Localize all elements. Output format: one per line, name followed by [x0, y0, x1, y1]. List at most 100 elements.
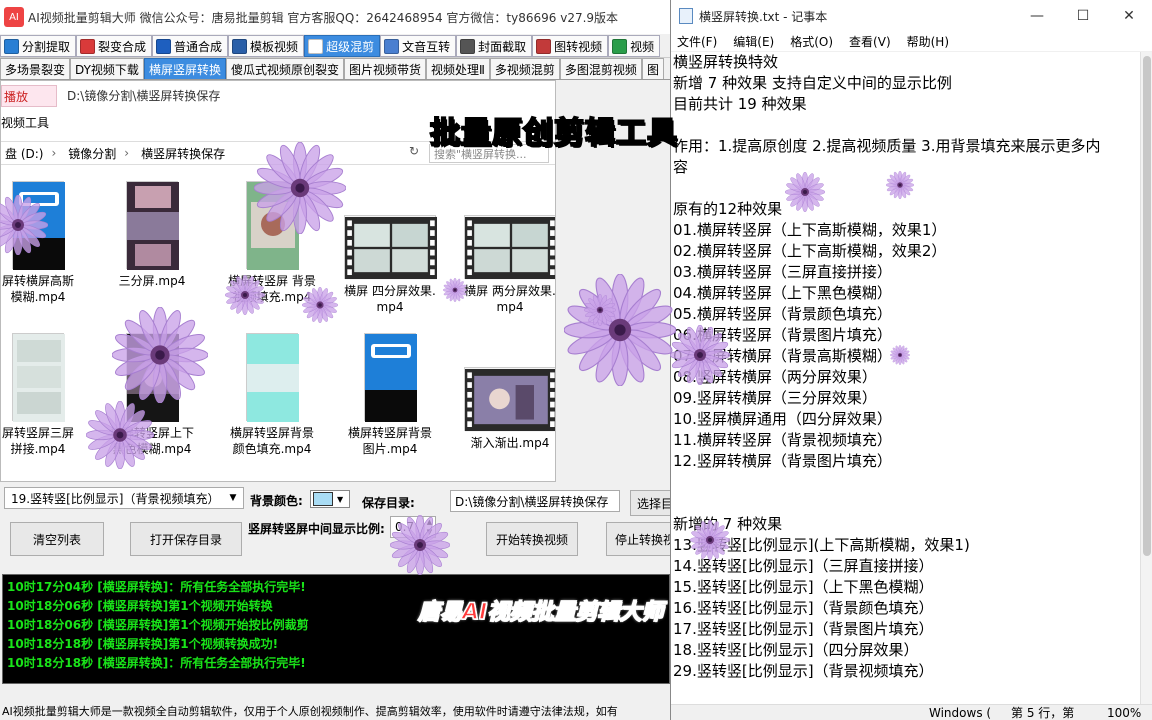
- play-tab[interactable]: 播放: [1, 85, 57, 107]
- toolbar-button-5[interactable]: 文音互转: [380, 35, 457, 57]
- explorer-path: D:\镜像分割\横竖屏转换保存: [67, 89, 221, 103]
- main-app-window: AI AI视频批量剪辑大师 微信公众号：唐易批量剪辑 官方客服QQ：264246…: [0, 0, 672, 720]
- tab-2[interactable]: 横屏竖屏转换: [143, 58, 226, 79]
- file-item[interactable]: 横屏转竖屏上下 黑色模糊.mp4: [93, 333, 211, 457]
- toolbar-icon: [612, 38, 628, 54]
- ratio-stepper[interactable]: 0.7 ▲ ▼: [390, 516, 436, 538]
- file-name: 横屏转竖屏背景 图片.mp4: [347, 426, 432, 456]
- scrollbar-thumb[interactable]: [1143, 56, 1151, 556]
- notepad-line: [673, 115, 1141, 136]
- notepad-line: 11.横屏转竖屏（背景视频填充）: [673, 431, 892, 449]
- notepad-menu-item[interactable]: 编辑(E): [733, 33, 774, 50]
- toolbar-button-label: 普通合成: [174, 39, 223, 54]
- tab-0[interactable]: 多场景裂变: [0, 58, 71, 79]
- notepad-menu-item[interactable]: 帮助(H): [907, 33, 949, 50]
- file-item[interactable]: 横屏 两分屏效果. mp4: [451, 215, 555, 315]
- notepad-menu-item[interactable]: 格式(O): [790, 33, 833, 50]
- toolbar-button-label: 封面截取: [478, 39, 527, 54]
- file-item[interactable]: 渐入渐出.mp4: [451, 367, 555, 451]
- status-encoding: Windows (: [929, 706, 992, 720]
- tab-5[interactable]: 视频处理Ⅱ: [425, 58, 490, 79]
- tab-6[interactable]: 多视频混剪: [489, 58, 560, 79]
- notepad-menu-bar: 文件(F) 编辑(E) 格式(O) 查看(V) 帮助(H): [671, 32, 1152, 52]
- toolbar-button-1[interactable]: 裂变合成: [76, 35, 153, 57]
- notepad-line: 18.竖转竖[比例显示]（四分屏效果）: [673, 641, 919, 659]
- toolbar-button-4[interactable]: 超级混剪: [304, 35, 381, 57]
- notepad-line: 作用：1.提高原创度 2.提高视频质量 3.用背景填充来展示更多内: [673, 137, 1101, 155]
- stepper-arrows-icon[interactable]: ▲ ▼: [423, 517, 435, 537]
- toolbar-button-8[interactable]: 视频: [608, 35, 661, 57]
- breadcrumb-folder[interactable]: 镜像分割: [68, 145, 116, 162]
- ratio-value: 0.7: [395, 520, 415, 534]
- clear-list-button[interactable]: 清空列表: [10, 522, 104, 556]
- file-item[interactable]: 横屏转竖屏背景 图片.mp4: [331, 333, 449, 457]
- close-icon[interactable]: ✕: [1106, 0, 1152, 32]
- tab-4[interactable]: 图片视频带货: [343, 58, 426, 79]
- log-line: 10时18分18秒 [横竖屏转换]第1个视频转换成功!: [7, 637, 279, 651]
- toolbar-button-label: 文音互转: [402, 39, 451, 54]
- notepad-text-area[interactable]: 横竖屏转换特效 新增 7 种效果 支持自定义中间的显示比例 目前共计 19 种效果作…: [671, 52, 1141, 704]
- log-line: 10时18分06秒 [横竖屏转换]第1个视频开始按比例裁剪: [7, 618, 309, 632]
- notepad-scrollbar[interactable]: [1140, 52, 1152, 704]
- file-item[interactable]: 屏转横屏高斯 模糊.mp4: [1, 181, 97, 305]
- notepad-line: [673, 472, 1141, 493]
- file-item[interactable]: 屏转竖屏三屏 拼接.mp4: [1, 333, 97, 457]
- status-zoom: 100%: [1107, 706, 1142, 720]
- explorer-address-bar[interactable]: 盘 (D:) › 镜像分割 › 横竖屏转换保存 ↻ 搜索"横竖屏转换...: [1, 141, 555, 165]
- chevron-down-icon[interactable]: ▼: [225, 490, 241, 506]
- bg-color-picker[interactable]: ▼: [310, 490, 350, 508]
- start-convert-button[interactable]: 开始转换视频: [486, 522, 578, 556]
- app-title: AI视频批量剪辑大师 微信公众号：唐易批量剪辑 官方客服QQ：264246895…: [28, 10, 619, 25]
- video-tools-tab[interactable]: 视频工具: [1, 111, 57, 133]
- notepad-line: 15.竖转竖[比例显示]（上下黑色模糊）: [673, 578, 934, 596]
- open-save-dir-button[interactable]: 打开保存目录: [130, 522, 242, 556]
- minimize-icon[interactable]: —: [1014, 0, 1060, 32]
- toolbar-button-3[interactable]: 模板视频: [228, 35, 305, 57]
- file-thumbnail: [12, 181, 65, 270]
- notepad-menu-item[interactable]: 文件(F): [677, 33, 717, 50]
- maximize-icon[interactable]: ☐: [1060, 0, 1106, 32]
- app-titlebar: AI AI视频批量剪辑大师 微信公众号：唐易批量剪辑 官方客服QQ：264246…: [0, 0, 672, 34]
- tab-1[interactable]: DY视频下载: [70, 58, 144, 79]
- toolbar-button-label: 超级混剪: [326, 39, 375, 54]
- file-name: 横屏 四分屏效果. mp4: [344, 284, 436, 314]
- choose-dir-button[interactable]: 选择目: [630, 490, 672, 516]
- effect-select-value: 19.竖转竖[比例显示]（背景视频填充）: [11, 491, 220, 506]
- explorer-search-input[interactable]: 搜索"横竖屏转换...: [429, 144, 549, 163]
- chevron-down-icon: ▼: [337, 494, 344, 504]
- notepad-line: 横竖屏转换特效: [673, 53, 779, 71]
- toolbar-button-label: 视频: [630, 39, 655, 54]
- notepad-status-bar: Windows ( 第 5 行，第 100%: [671, 704, 1152, 720]
- notepad-line: 17.竖转竖[比例显示]（背景图片填充）: [673, 620, 934, 638]
- file-item[interactable]: 三分屏.mp4: [93, 181, 211, 289]
- notepad-menu-item[interactable]: 查看(V): [849, 33, 891, 50]
- toolbar-button-6[interactable]: 封面截取: [456, 35, 533, 57]
- notepad-line: 02.横屏转竖屏（上下高斯模糊，效果2）: [673, 242, 947, 260]
- toolbar-button-0[interactable]: 分割提取: [0, 35, 77, 57]
- tab-8[interactable]: 图: [641, 58, 664, 79]
- breadcrumb-subfolder[interactable]: 横竖屏转换保存: [141, 145, 225, 162]
- tab-7[interactable]: 多图混剪视频: [559, 58, 642, 79]
- file-item[interactable]: 横屏转竖屏背景 颜色填充.mp4: [213, 333, 331, 457]
- file-explorer-panel: 播放 视频工具 D:\镜像分割\横竖屏转换保存 盘 (D:) › 镜像分割 › …: [0, 80, 556, 482]
- effect-select[interactable]: 19.竖转竖[比例显示]（背景视频填充） ▼: [4, 487, 244, 509]
- tab-3[interactable]: 傻瓜式视频原创裂变: [225, 58, 344, 79]
- app-status-bar: AI视频批量剪辑大师是一款视频全自动剪辑软件，仅用于个人原创视频制作、提高剪辑效…: [0, 704, 672, 720]
- refresh-icon[interactable]: ↻: [409, 144, 427, 163]
- toolbar-icon: [460, 38, 476, 54]
- breadcrumb-drive[interactable]: 盘 (D:): [5, 145, 43, 162]
- notepad-line: 12.竖屏转横屏（背景图片填充）: [673, 452, 892, 470]
- file-item[interactable]: 横屏 四分屏效果. mp4: [331, 215, 449, 315]
- toolbar-button-2[interactable]: 普通合成: [152, 35, 229, 57]
- file-name: 横屏转竖屏背景 颜色填充.mp4: [229, 426, 314, 456]
- stop-convert-button[interactable]: 停止转换视: [606, 522, 672, 556]
- toolbar-button-label: 分割提取: [22, 39, 71, 54]
- toolbar-icon: [4, 38, 19, 54]
- toolbar-button-7[interactable]: 图转视频: [532, 35, 609, 57]
- notepad-line: [673, 493, 1141, 514]
- notepad-line: 04.横屏转竖屏（上下黑色模糊）: [673, 284, 892, 302]
- save-dir-field[interactable]: D:\镜像分割\横竖屏转换保存: [450, 490, 620, 512]
- log-line: 10时18分18秒 [横竖屏转换]：所有任务全部执行完毕!: [7, 656, 306, 670]
- file-item[interactable]: 横屏转竖屏 背景 视频填充.mp4: [213, 181, 331, 305]
- notepad-line: 目前共计 19 种效果: [673, 95, 807, 113]
